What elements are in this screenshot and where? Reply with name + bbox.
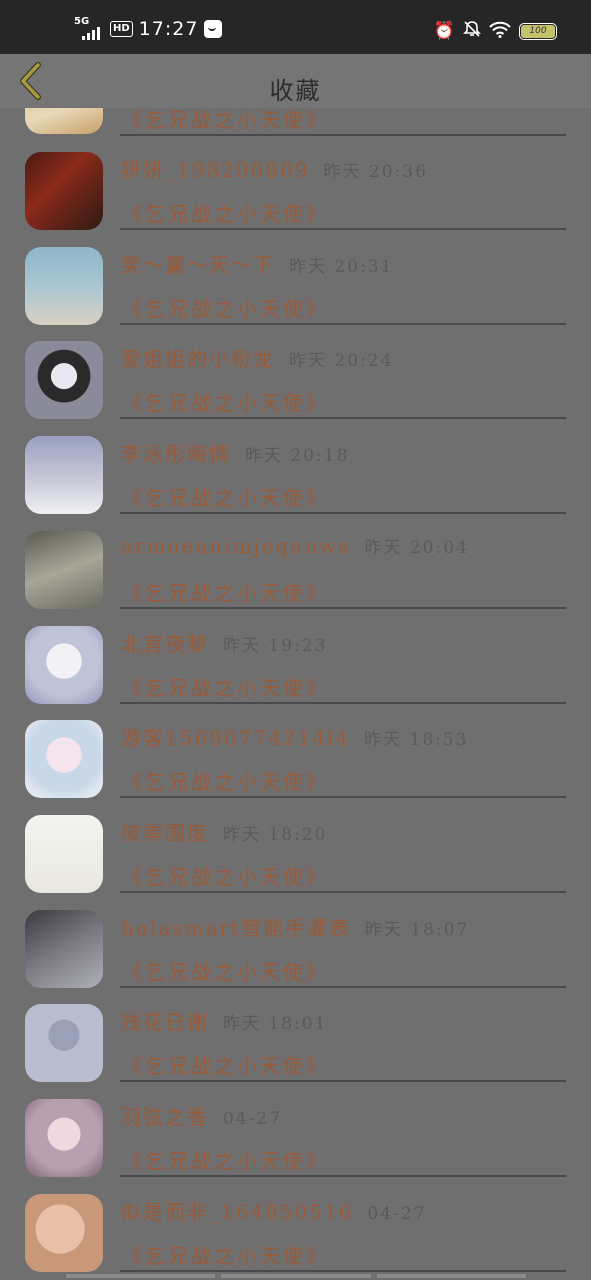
- avatar[interactable]: [25, 909, 103, 988]
- list-item[interactable]: 笑～赢～天～下 昨天 20:31 《乞兄战之小天使》: [0, 237, 591, 332]
- item-meta: holasmart智能手灈表 昨天 18:07: [121, 912, 469, 942]
- list-item[interactable]: 游客15690774214l4 昨天 18:53 《乞兄战之小天使》: [0, 710, 591, 805]
- divider: [120, 1080, 566, 1083]
- work-title: 《乞兄战之小天使》: [122, 1243, 329, 1268]
- list-item[interactable]: holasmart智能手灈表 昨天 18:07 《乞兄战之小天使》: [0, 900, 591, 995]
- divider: [120, 228, 566, 230]
- item-meta: 似是而非_164850516 04-27: [121, 1196, 427, 1226]
- page-title: 收藏: [269, 77, 322, 105]
- item-meta: 李泳彤晦情 昨天 20:18: [121, 438, 349, 468]
- timestamp: 04-27: [223, 1109, 283, 1129]
- user-name: armoeanimjeqanws: [121, 533, 351, 558]
- avatar[interactable]: [25, 530, 103, 609]
- item-meta: 北宫夜黎 昨天 19:23: [121, 628, 327, 658]
- favorites-list: 《乞兄战之小天使》 妍妍_198290809 昨天 20:36 《乞兄战之小天使…: [0, 0, 591, 1280]
- work-title: 《乞兄战之小天使》: [122, 580, 329, 605]
- work-title: 《乞兄战之小天使》: [122, 296, 329, 321]
- avatar[interactable]: [25, 436, 103, 515]
- item-meta: armoeanimjeqanws 昨天 20:04: [121, 533, 469, 563]
- avatar[interactable]: [25, 1099, 103, 1177]
- work-title: 《乞兄战之小天使》: [122, 959, 329, 984]
- timestamp: 昨天 19:23: [223, 635, 328, 656]
- item-meta: 彼岸国度 昨天 18:20: [121, 817, 327, 847]
- divider: [120, 890, 566, 893]
- timestamp: 昨天 18:01: [223, 1014, 328, 1035]
- user-name: 北宫夜黎: [121, 631, 209, 656]
- work-title: 《乞兄战之小天使》: [122, 1149, 329, 1173]
- work-title: 《乞兄战之小天使》: [122, 202, 329, 226]
- item-meta: 笑～赢～天～下 昨天 20:31: [121, 249, 393, 279]
- divider: [120, 1175, 566, 1177]
- user-name: 笑～赢～天～下: [121, 252, 275, 277]
- user-name: holasmart智能手灈表: [121, 915, 351, 940]
- avatar[interactable]: [25, 814, 103, 893]
- divider: [120, 134, 566, 136]
- timestamp: 昨天 20:04: [364, 537, 469, 558]
- list-item[interactable]: 北宫夜黎 昨天 19:23 《乞兄战之小天使》: [0, 616, 591, 711]
- divider: [120, 985, 566, 988]
- avatar[interactable]: [25, 246, 103, 325]
- user-name: 羽弦之香: [121, 1105, 209, 1129]
- list-item[interactable]: armoeanimjeqanws 昨天 20:04 《乞兄战之小天使》: [0, 521, 591, 616]
- work-title: 《乞兄战之小天使》: [122, 108, 329, 132]
- avatar[interactable]: [25, 720, 103, 799]
- user-name: 残花已谢: [121, 1010, 209, 1035]
- bottom-indicator: [66, 1274, 526, 1278]
- divider: [120, 512, 566, 515]
- divider: [120, 1269, 566, 1272]
- list-item[interactable]: 李泳彤晦情 昨天 20:18 《乞兄战之小天使》: [0, 426, 591, 521]
- avatar[interactable]: [25, 1193, 103, 1272]
- item-meta: 残花已谢 昨天 18:01: [121, 1006, 327, 1036]
- list-item[interactable]: 残花已谢 昨天 18:01 《乞兄战之小天使》: [0, 994, 591, 1089]
- list-item[interactable]: 爱姐姐的小粉龙 昨天 20:24 《乞兄战之小天使》: [0, 331, 591, 426]
- list-item[interactable]: 似是而非_164850516 04-27 《乞兄战之小天使》: [0, 1184, 591, 1279]
- avatar[interactable]: [25, 341, 103, 420]
- user-name: 妍妍_198290809: [121, 158, 310, 182]
- app-header: 收藏: [0, 54, 591, 108]
- work-title: 《乞兄战之小天使》: [122, 486, 329, 511]
- item-meta: 游客15690774214l4 昨天 18:53: [121, 722, 469, 752]
- user-name: 游客15690774214l4: [121, 726, 351, 751]
- timestamp: 昨天 20:18: [245, 446, 350, 467]
- divider: [120, 606, 566, 609]
- avatar[interactable]: [25, 152, 103, 230]
- user-name: 爱姐姐的小粉龙: [121, 347, 275, 372]
- item-meta: 妍妍_198290809 昨天 20:36: [121, 154, 428, 184]
- work-title: 《乞兄战之小天使》: [122, 1054, 329, 1079]
- timestamp: 昨天 18:20: [223, 824, 328, 845]
- divider: [120, 701, 566, 704]
- user-name: 似是而非_164850516: [121, 1199, 354, 1224]
- timestamp: 昨天 20:24: [289, 351, 394, 372]
- work-title: 《乞兄战之小天使》: [122, 675, 329, 700]
- list-item[interactable]: 羽弦之香 04-27 《乞兄战之小天使》: [0, 1089, 591, 1184]
- timestamp: 昨天 18:53: [364, 730, 469, 751]
- timestamp: 昨天 18:07: [365, 919, 470, 940]
- user-name: 彼岸国度: [121, 820, 209, 845]
- avatar[interactable]: [25, 1004, 103, 1083]
- avatar[interactable]: [25, 625, 103, 704]
- work-title: 《乞兄战之小天使》: [122, 770, 329, 795]
- divider: [120, 322, 566, 325]
- list-item[interactable]: 妍妍_198290809 昨天 20:36 《乞兄战之小天使》: [0, 142, 591, 237]
- work-title: 《乞兄战之小天使》: [122, 864, 329, 889]
- timestamp: 昨天 20:36: [323, 162, 428, 182]
- timestamp: 昨天 20:31: [289, 256, 394, 277]
- item-meta: 爱姐姐的小粉龙 昨天 20:24: [121, 343, 393, 373]
- divider: [120, 417, 566, 420]
- timestamp: 04-27: [367, 1203, 427, 1224]
- divider: [120, 796, 566, 799]
- user-name: 李泳彤晦情: [121, 442, 231, 467]
- item-meta: 羽弦之香 04-27: [121, 1101, 282, 1131]
- list-item[interactable]: 彼岸国度 昨天 18:20 《乞兄战之小天使》: [0, 805, 591, 900]
- work-title: 《乞兄战之小天使》: [122, 391, 329, 416]
